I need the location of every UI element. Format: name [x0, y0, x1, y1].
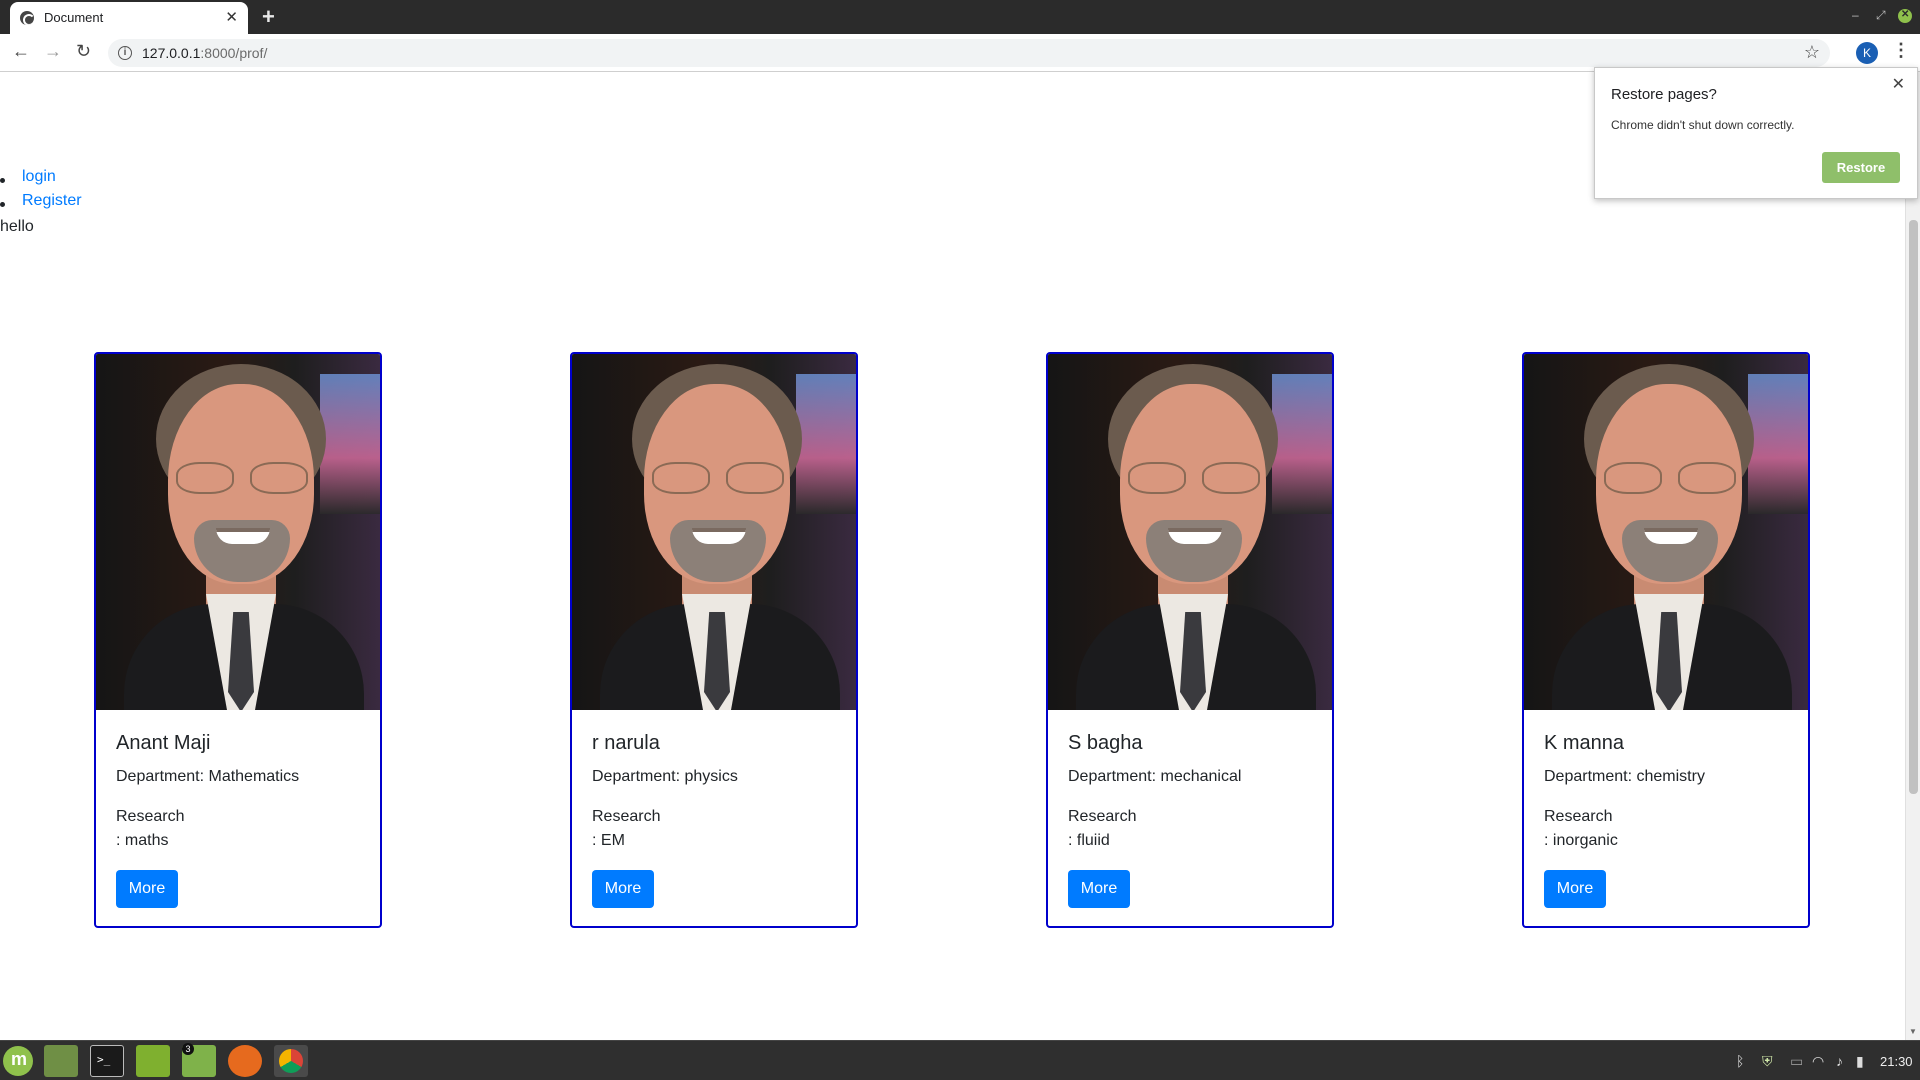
professor-card: r narula Department: physics Research : … — [570, 352, 858, 928]
mint-menu-icon[interactable] — [3, 1046, 33, 1076]
professor-card: K manna Department: chemistry Research :… — [1522, 352, 1810, 928]
more-button[interactable]: More — [116, 870, 178, 908]
dialog-message: Chrome didn't shut down correctly. — [1611, 118, 1795, 132]
network-icon[interactable]: ▭ — [1790, 1053, 1803, 1070]
minimize-icon[interactable]: – — [1852, 8, 1859, 22]
url-text[interactable]: 127.0.0.1:8000/prof/ — [142, 45, 267, 61]
research-value: : fluiid — [1068, 832, 1110, 849]
globe-icon — [20, 11, 34, 25]
dialog-title: Restore pages? — [1611, 86, 1717, 103]
more-button[interactable]: More — [1068, 870, 1130, 908]
greeting-text: hello — [0, 218, 34, 235]
page-scrollbar[interactable]: ▼ — [1905, 72, 1920, 1040]
info-icon[interactable]: i — [118, 46, 132, 60]
tab-close-icon[interactable]: ✕ — [225, 8, 238, 26]
professor-card: Anant Maji Department: Mathematics Resea… — [94, 352, 382, 928]
department-text: Department: chemistry — [1544, 768, 1705, 785]
chrome-icon[interactable] — [274, 1045, 308, 1077]
research-value: : maths — [116, 832, 169, 849]
maximize-icon[interactable]: ⤢ — [1876, 8, 1886, 23]
more-button[interactable]: More — [592, 870, 654, 908]
research-label: Research — [592, 808, 661, 825]
login-link[interactable]: login — [22, 168, 56, 186]
professor-photo — [96, 354, 380, 710]
taskbar: 3 ᛒ ⛨ ▭ ◠ ♪ ▮ 21:30 — [0, 1040, 1920, 1080]
close-icon[interactable]: ✕ — [1892, 74, 1905, 94]
star-icon[interactable]: ☆ — [1804, 42, 1820, 63]
back-arrow-icon[interactable]: ← — [12, 41, 30, 62]
address-bar[interactable]: i 127.0.0.1:8000/prof/ ☆ — [108, 39, 1830, 67]
shield-icon[interactable]: ⛨ — [1762, 1053, 1773, 1070]
research-label: Research — [116, 808, 185, 825]
firefox-icon[interactable] — [228, 1045, 262, 1077]
page-content: login Register hello Anant Maji Departme… — [0, 72, 1905, 1040]
restore-button[interactable]: Restore — [1822, 152, 1900, 183]
department-text: Department: Mathematics — [116, 768, 300, 785]
professor-card: S bagha Department: mechanical Research … — [1046, 352, 1334, 928]
window-close-icon[interactable] — [1898, 9, 1912, 23]
professor-photo — [1524, 354, 1808, 710]
show-desktop-icon[interactable] — [44, 1045, 78, 1077]
spotify-icon[interactable] — [136, 1045, 170, 1077]
research-label: Research — [1544, 808, 1613, 825]
clock[interactable]: 21:30 — [1880, 1054, 1913, 1069]
restore-pages-dialog: Restore pages? Chrome didn't shut down c… — [1594, 67, 1918, 199]
menu-dots-icon[interactable]: ⋮ — [1892, 40, 1910, 61]
new-tab-icon[interactable]: + — [262, 4, 275, 30]
url-path: :8000/prof/ — [200, 45, 268, 61]
bluetooth-icon[interactable]: ᛒ — [1736, 1053, 1744, 1069]
terminal-icon[interactable] — [90, 1045, 124, 1077]
scrollbar-thumb[interactable] — [1909, 220, 1918, 794]
forward-arrow-icon[interactable]: → — [44, 41, 62, 62]
professor-name: r narula — [592, 732, 660, 754]
research-value: : inorganic — [1544, 832, 1618, 849]
professor-name: S bagha — [1068, 732, 1143, 754]
tab-strip: Document ✕ + – ⤢ — [0, 0, 1920, 34]
wifi-icon[interactable]: ◠ — [1812, 1053, 1824, 1070]
professor-photo — [572, 354, 856, 710]
battery-icon[interactable]: ▮ — [1856, 1053, 1864, 1070]
profile-avatar[interactable]: K — [1856, 42, 1878, 64]
professor-name: Anant Maji — [116, 732, 211, 754]
more-button[interactable]: More — [1544, 870, 1606, 908]
department-text: Department: mechanical — [1068, 768, 1242, 785]
professor-name: K manna — [1544, 732, 1625, 754]
url-host: 127.0.0.1 — [142, 45, 201, 61]
sound-icon[interactable]: ♪ — [1836, 1053, 1843, 1069]
research-label: Research — [1068, 808, 1137, 825]
professor-photo — [1048, 354, 1332, 710]
browser-tab[interactable]: Document ✕ — [10, 2, 248, 34]
research-value: : EM — [592, 832, 625, 849]
tab-title: Document — [44, 10, 104, 25]
scroll-down-icon[interactable]: ▼ — [1909, 1027, 1917, 1036]
reload-icon[interactable]: ↻ — [76, 41, 91, 62]
department-text: Department: physics — [592, 768, 738, 785]
register-link[interactable]: Register — [22, 192, 82, 210]
files-badge: 3 — [182, 1043, 194, 1055]
